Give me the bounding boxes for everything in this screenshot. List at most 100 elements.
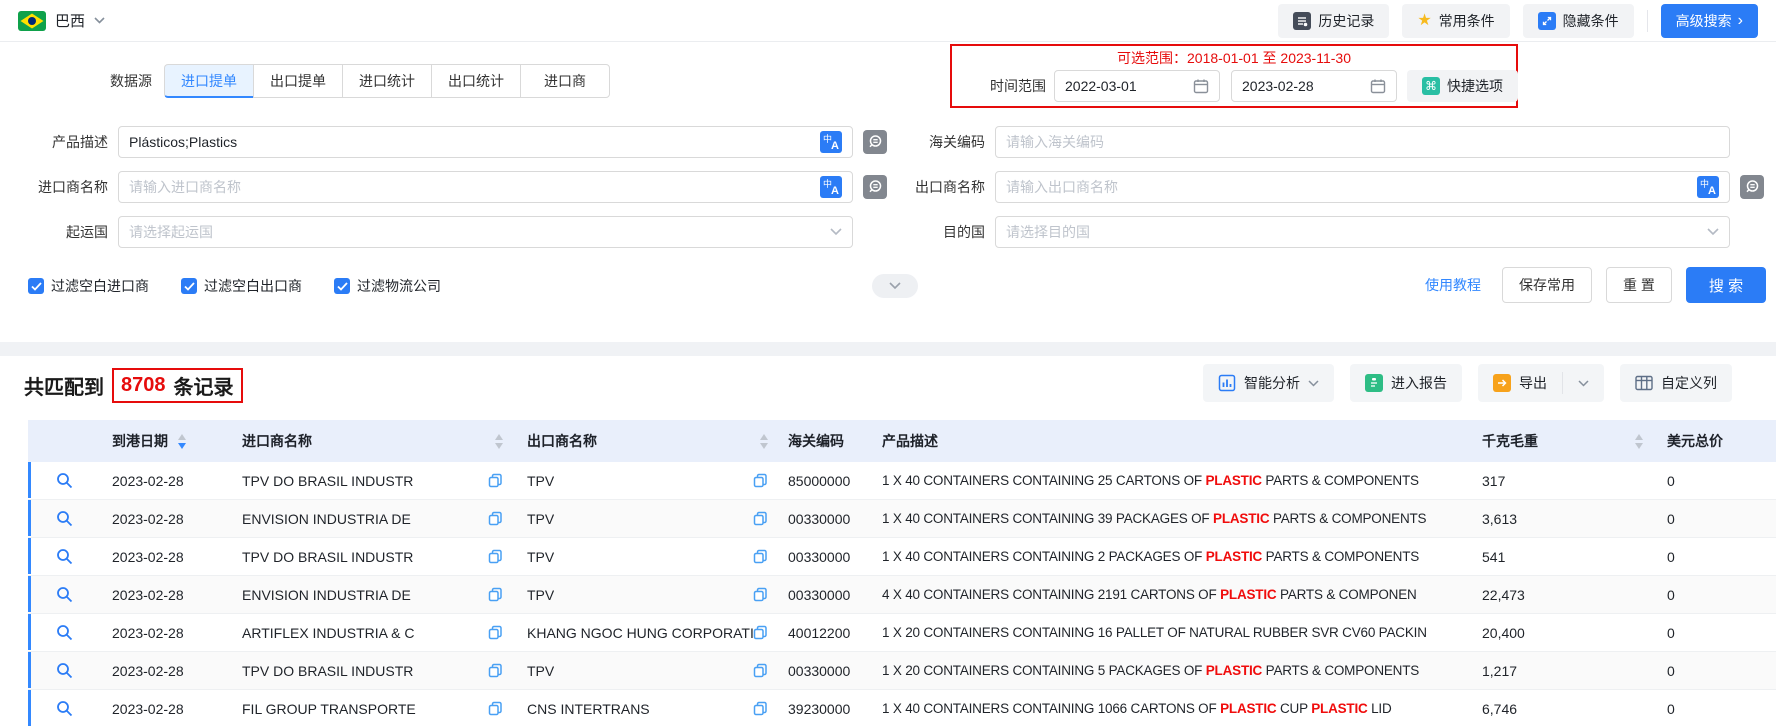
save-favorite-button[interactable]: 保存常用 [1502, 267, 1592, 303]
calendar-icon[interactable] [1193, 78, 1209, 94]
results-toolbar: 智能分析 进入报告 导出 自定义列 [1203, 364, 1732, 402]
cell-usd-value: 0 [1667, 662, 1675, 679]
product-desc-input[interactable]: Plásticos;Plastics 中A [118, 126, 853, 158]
copy-icon[interactable] [488, 663, 503, 678]
translate-icon[interactable]: 中A [1697, 176, 1719, 198]
data-source-tab[interactable]: 出口统计 [431, 64, 521, 98]
cell-weight-kg: 20,400 [1482, 624, 1525, 641]
copy-icon[interactable] [488, 549, 503, 564]
cell-importer: FIL GROUP TRANSPORTE [230, 690, 515, 727]
search-button[interactable]: 搜 索 [1686, 267, 1766, 303]
copy-icon[interactable] [753, 511, 768, 526]
header-arrival-date[interactable]: 到港日期 [100, 420, 230, 462]
copy-icon[interactable] [753, 587, 768, 602]
collapse-form-button[interactable] [872, 274, 918, 298]
row-detail-search-icon[interactable] [56, 510, 73, 527]
country-selector[interactable]: 巴西 [18, 10, 105, 31]
result-count-box: 8708 条记录 [112, 368, 243, 403]
tutorial-link[interactable]: 使用教程 [1425, 267, 1481, 303]
copy-icon[interactable] [488, 587, 503, 602]
table-row: 2023-02-28 TPV DO BRASIL INDUSTR TPV 850… [28, 462, 1776, 500]
header-weight-kg[interactable]: 千克毛重 [1470, 420, 1655, 462]
checkbox-checked-icon[interactable] [181, 278, 197, 294]
export-options-button[interactable] [1563, 364, 1604, 402]
hide-conditions-button[interactable]: 隐藏条件 [1522, 3, 1634, 38]
copy-icon[interactable] [753, 473, 768, 488]
origin-country-select[interactable]: 请选择起运国 [118, 216, 853, 248]
cell-hs-code: 00330000 [788, 586, 851, 603]
checkbox-checked-icon[interactable] [28, 278, 44, 294]
quick-options-button[interactable]: ⌘ 快捷选项 [1407, 70, 1518, 102]
cell-hs-code: 00330000 [788, 662, 851, 679]
copy-icon[interactable] [753, 663, 768, 678]
header-importer[interactable]: 进口商名称 [230, 420, 515, 462]
translate-icon[interactable]: 中A [820, 176, 842, 198]
smart-analysis-button[interactable]: 智能分析 [1203, 364, 1334, 402]
data-source-tab[interactable]: 进口提单 [164, 64, 254, 98]
copy-icon[interactable] [753, 701, 768, 716]
cell-hs-code: 00330000 [788, 548, 851, 565]
table-row: 2023-02-28 ENVISION INDUSTRIA DE TPV 003… [28, 576, 1776, 614]
cell-weight-kg: 22,473 [1482, 586, 1525, 603]
row-detail-search-icon[interactable] [56, 624, 73, 641]
dest-country-select[interactable]: 请选择目的国 [995, 216, 1730, 248]
dest-country-label: 目的国 [943, 224, 985, 240]
cell-usd-value: 0 [1667, 624, 1675, 641]
brazil-flag-icon [18, 10, 46, 31]
sort-icon[interactable] [495, 433, 503, 449]
cell-hs-code: 85000000 [788, 472, 851, 489]
copy-icon[interactable] [753, 625, 768, 640]
exporter-input[interactable]: 请输入出口商名称 中A [995, 171, 1730, 203]
chevron-down-icon [1707, 228, 1719, 236]
origin-country-label: 起运国 [66, 224, 108, 240]
data-source-tab[interactable]: 进口统计 [342, 64, 432, 98]
cell-hs-code: 40012200 [788, 624, 851, 641]
translate-icon[interactable]: 中A [820, 131, 842, 153]
row-detail-search-icon[interactable] [56, 548, 73, 565]
checkbox-checked-icon[interactable] [334, 278, 350, 294]
cell-arrival-date: 2023-02-28 [112, 662, 184, 679]
copy-icon[interactable] [488, 473, 503, 488]
sort-icon[interactable] [1635, 433, 1643, 449]
row-detail-search-icon[interactable] [56, 662, 73, 679]
copy-icon[interactable] [488, 701, 503, 716]
end-date-input[interactable]: 2023-02-28 [1231, 70, 1397, 102]
export-button[interactable]: 导出 [1478, 364, 1562, 402]
results-table: 到港日期 进口商名称 出口商名称 海关编码 产品描述 千克毛重 美元总价 202… [28, 420, 1776, 727]
filter-checkbox[interactable]: 过滤空白进口商 [28, 276, 149, 296]
cell-arrival-date: 2023-02-28 [112, 624, 184, 641]
favorites-button[interactable]: ★ 常用条件 [1402, 3, 1510, 38]
header-exporter[interactable]: 出口商名称 [515, 420, 780, 462]
export-icon [1493, 374, 1511, 392]
hs-code-input[interactable]: 请输入海关编码 [995, 126, 1730, 158]
exclude-filter-icon[interactable] [1740, 175, 1764, 199]
filter-checkbox[interactable]: 过滤空白出口商 [181, 276, 302, 296]
copy-icon[interactable] [488, 625, 503, 640]
importer-label: 进口商名称 [38, 179, 108, 195]
sort-icon[interactable] [760, 433, 768, 449]
calendar-icon[interactable] [1370, 78, 1386, 94]
copy-icon[interactable] [753, 549, 768, 564]
table-row: 2023-02-28 FIL GROUP TRANSPORTE CNS INTE… [28, 690, 1776, 727]
data-source-tab[interactable]: 进口商 [520, 64, 610, 98]
filter-checkbox[interactable]: 过滤物流公司 [334, 276, 441, 296]
reset-button[interactable]: 重 置 [1606, 267, 1672, 303]
custom-columns-button[interactable]: 自定义列 [1620, 364, 1732, 402]
enter-report-button[interactable]: 进入报告 [1350, 364, 1462, 402]
data-source-tab[interactable]: 出口提单 [253, 64, 343, 98]
product-desc-label: 产品描述 [52, 134, 108, 150]
cell-product-desc: 1 X 20 CONTAINERS CONTAINING 16 PALLET O… [882, 625, 1427, 640]
copy-icon[interactable] [488, 511, 503, 526]
sort-icon[interactable] [178, 433, 186, 449]
start-date-input[interactable]: 2022-03-01 [1054, 70, 1220, 102]
row-detail-search-icon[interactable] [56, 472, 73, 489]
cell-weight-kg: 317 [1482, 472, 1506, 489]
importer-input[interactable]: 请输入进口商名称 中A [118, 171, 853, 203]
row-detail-search-icon[interactable] [56, 700, 73, 717]
history-button[interactable]: 历史记录 [1278, 3, 1390, 38]
advanced-search-button[interactable]: 高级搜索 › [1660, 3, 1758, 38]
exporter-label: 出口商名称 [915, 179, 985, 195]
table-body: 2023-02-28 TPV DO BRASIL INDUSTR TPV 850… [28, 462, 1776, 727]
row-detail-search-icon[interactable] [56, 586, 73, 603]
table-header: 到港日期 进口商名称 出口商名称 海关编码 产品描述 千克毛重 美元总价 [28, 420, 1776, 462]
